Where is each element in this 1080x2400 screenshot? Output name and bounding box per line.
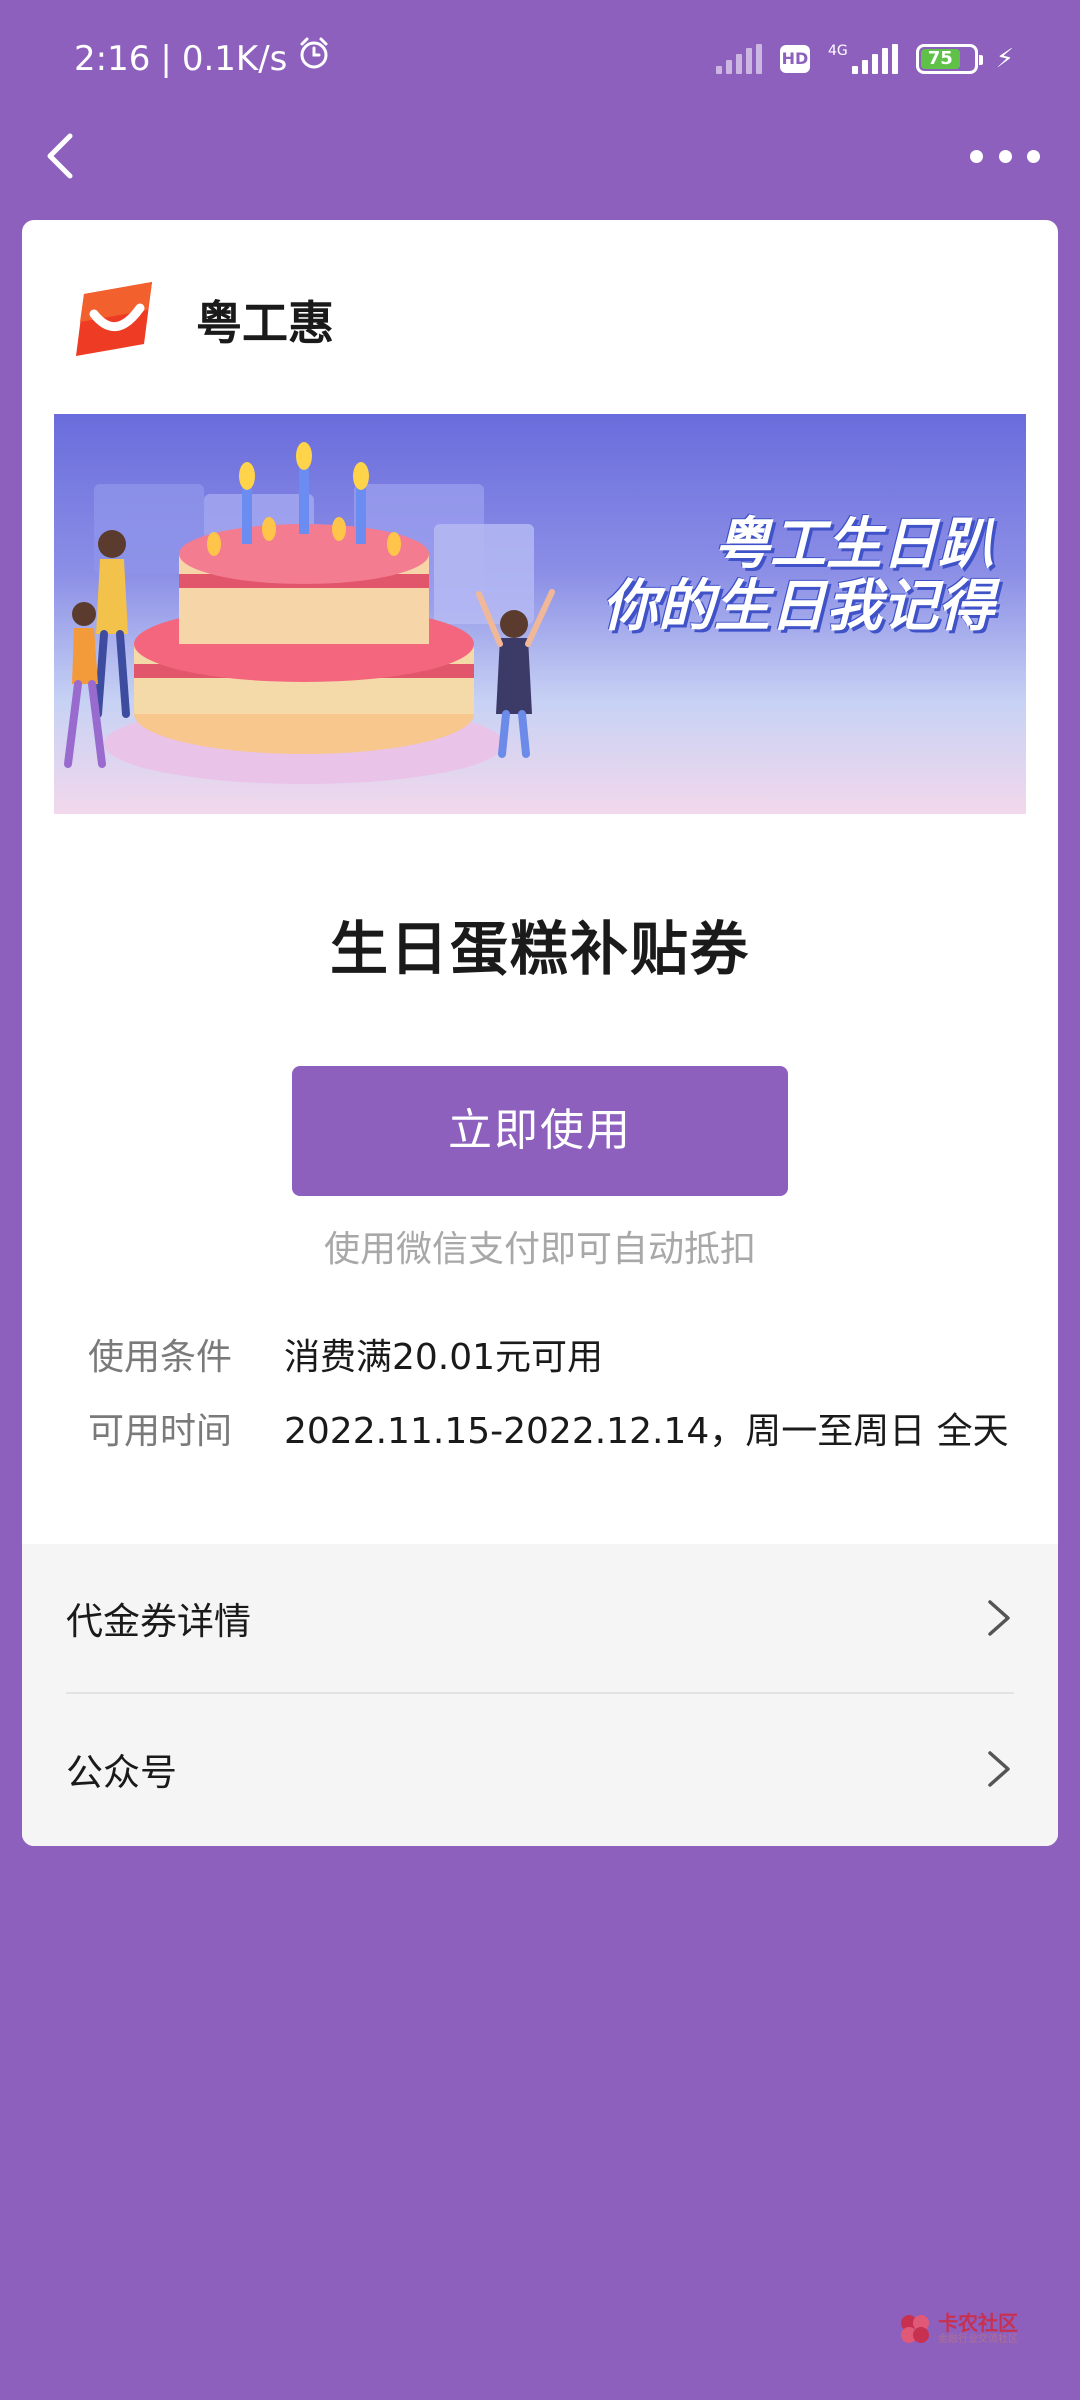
watermark-subtitle: 金融行业交流社区 (938, 2334, 1018, 2345)
use-hint: 使用微信支付即可自动抵扣 (323, 1229, 756, 1270)
card-links: 代金券详情 公众号 (22, 1544, 1058, 1846)
status-bar: 2:16 | 0.1K/s HD 4G 75 ⚡ (0, 0, 1080, 120)
brand-header: 粤工惠 (74, 280, 334, 360)
chevron-right-icon (984, 1596, 1014, 1640)
coupon-detail-label: 代金券详情 (66, 1600, 251, 1643)
condition-label: 使用条件 (88, 1337, 233, 1378)
watermark: 卡农社区 金融行业交流社区 (898, 2304, 1018, 2354)
watermark-text: 卡农社区 金融行业交流社区 (938, 2312, 1018, 2346)
status-left: 2:16 | 0.1K/s (74, 36, 331, 82)
signal-4g-icon: 4G (828, 44, 898, 74)
status-time: 2:16 (74, 39, 151, 79)
battery-icon: 75 (915, 44, 983, 74)
banner-slogan: 粤工生日趴 你的生日我记得 (602, 514, 994, 638)
coupon-detail-item[interactable]: 代金券详情 (66, 1544, 1014, 1694)
more-dots-icon[interactable] (970, 138, 1040, 174)
status-right: HD 4G 75 ⚡ (715, 36, 1014, 82)
valid-time-value: 2022.11.15-2022.12.14，周一至周日 全天 (284, 1411, 1009, 1452)
watermark-logo-icon (901, 2315, 929, 2343)
banner-line-2: 你的生日我记得 (602, 574, 994, 639)
status-speed: 0.1K/s (181, 39, 288, 79)
condition-value: 消费满20.01元可用 (284, 1337, 604, 1378)
brand-name: 粤工惠 (196, 296, 334, 350)
official-account-label: 公众号 (66, 1751, 177, 1794)
coupon-title: 生日蛋糕补贴券 (329, 915, 750, 983)
valid-time-row: 可用时间 2022.11.15-2022.12.14，周一至周日 全天 (88, 1408, 1009, 1456)
yuegonghui-logo (74, 280, 160, 360)
birthday-banner[interactable]: 粤工生日趴 你的生日我记得 (54, 414, 1026, 814)
watermark-title: 卡农社区 (938, 2311, 1018, 2335)
official-account-item[interactable]: 公众号 (66, 1694, 1014, 1844)
coupon-card: 粤工惠 粤工生日趴 你的生日我记得 生日蛋糕补贴券 立即使用 使用微信支付即可自… (22, 220, 1058, 1846)
condition-row: 使用条件 消费满20.01元可用 (88, 1334, 603, 1382)
battery-level: 75 (920, 49, 960, 69)
chevron-right-icon (984, 1747, 1014, 1791)
network-type: 4G (827, 43, 848, 59)
hd-icon: HD (779, 45, 810, 73)
signal-4g-bars (851, 44, 898, 74)
banner-line-1: 粤工生日趴 (714, 512, 994, 577)
use-now-button[interactable]: 立即使用 (292, 1066, 788, 1196)
signal-icon (715, 44, 762, 74)
chevron-left-icon[interactable] (36, 128, 92, 184)
charging-icon: ⚡ (995, 44, 1014, 74)
status-separator: | (160, 39, 172, 79)
valid-time-label: 可用时间 (88, 1411, 233, 1452)
alarm-icon (297, 36, 331, 82)
